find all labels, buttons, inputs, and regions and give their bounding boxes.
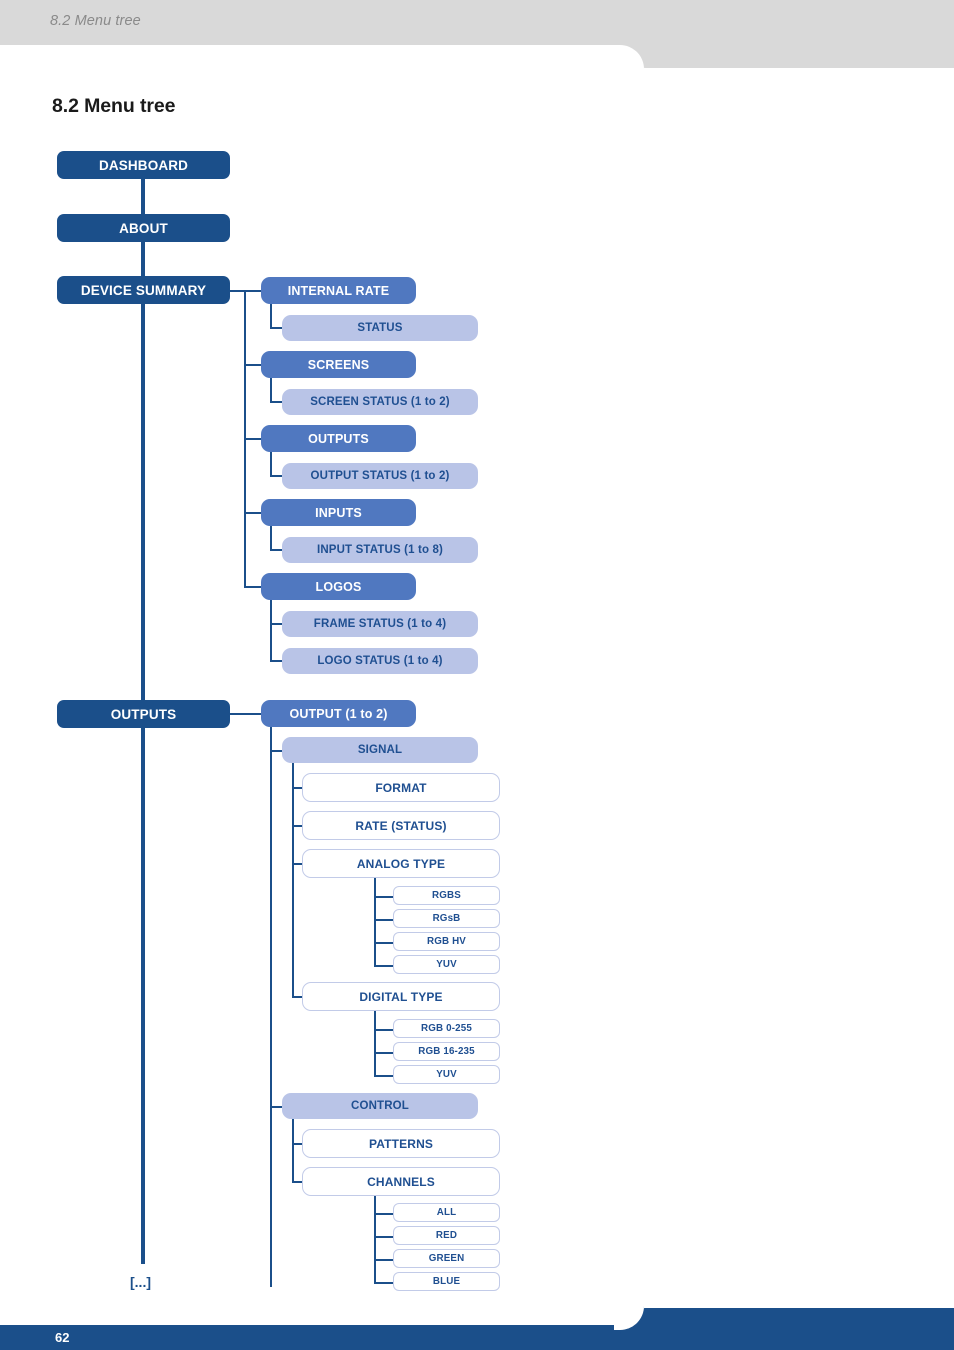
tree-connector xyxy=(374,942,394,944)
tree-connector xyxy=(374,1195,376,1284)
continuation-marker: [...] xyxy=(130,1274,151,1290)
tree-connector xyxy=(270,451,272,476)
tree-node-outputs-ds: OUTPUTS xyxy=(261,425,416,452)
tree-node-all: ALL xyxy=(393,1203,500,1222)
tree-connector xyxy=(270,599,272,661)
tree-connector xyxy=(374,919,394,921)
tree-node-output-status: OUTPUT STATUS (1 to 2) xyxy=(282,463,478,489)
tree-connector xyxy=(230,290,263,292)
tree-node-blue: BLUE xyxy=(393,1272,500,1291)
document-page: 8.2 Menu tree 8.2 Menu tree DASHBOARD ABO… xyxy=(0,0,954,1350)
footer-bar-left xyxy=(0,1325,640,1350)
tree-connector xyxy=(374,1075,394,1077)
tree-connector xyxy=(374,1282,394,1284)
tree-connector xyxy=(374,1011,376,1077)
tree-node-rgb-0-255: RGB 0-255 xyxy=(393,1019,500,1038)
tree-node-yuv-analog: YUV xyxy=(393,955,500,974)
tree-connector xyxy=(374,1052,394,1054)
tree-connector xyxy=(292,1119,294,1182)
tree-node-frame-status: FRAME STATUS (1 to 4) xyxy=(282,611,478,637)
tree-node-rate-status: RATE (STATUS) xyxy=(302,811,500,840)
tree-node-rgb-16-235: RGB 16-235 xyxy=(393,1042,500,1061)
tree-node-status: STATUS xyxy=(282,315,478,341)
tree-connector xyxy=(270,377,272,402)
tree-node-about: ABOUT xyxy=(57,214,230,242)
tree-connector xyxy=(270,727,272,1287)
tree-node-rgb-hv: RGB HV xyxy=(393,932,500,951)
tree-node-output-1-2: OUTPUT (1 to 2) xyxy=(261,700,416,727)
tree-node-screens: SCREENS xyxy=(261,351,416,378)
tree-node-control: CONTROL xyxy=(282,1093,478,1119)
tree-node-logos: LOGOS xyxy=(261,573,416,600)
tree-node-signal: SIGNAL xyxy=(282,737,478,763)
tree-connector xyxy=(230,713,263,715)
tree-node-dashboard: DASHBOARD xyxy=(57,151,230,179)
tree-node-screen-status: SCREEN STATUS (1 to 2) xyxy=(282,389,478,415)
tree-node-channels: CHANNELS xyxy=(302,1167,500,1196)
tree-node-digital-type: DIGITAL TYPE xyxy=(302,982,500,1011)
tree-node-red: RED xyxy=(393,1226,500,1245)
tree-node-internal-rate: INTERNAL RATE xyxy=(261,277,416,304)
tree-node-green: GREEN xyxy=(393,1249,500,1268)
tree-node-input-status: INPUT STATUS (1 to 8) xyxy=(282,537,478,563)
tree-connector xyxy=(270,525,272,550)
tree-node-analog-type: ANALOG TYPE xyxy=(302,849,500,878)
tree-connector xyxy=(374,878,376,967)
tree-connector xyxy=(374,1213,394,1215)
tree-node-inputs: INPUTS xyxy=(261,499,416,526)
tree-connector xyxy=(374,896,394,898)
tree-connector xyxy=(374,1259,394,1261)
tree-node-format: FORMAT xyxy=(302,773,500,802)
tree-node-rgsb: RGsB xyxy=(393,909,500,928)
tree-node-outputs: OUTPUTS xyxy=(57,700,230,728)
footer-bar-right xyxy=(620,1308,954,1350)
tree-connector xyxy=(374,965,394,967)
tree-node-yuv-digital: YUV xyxy=(393,1065,500,1084)
tree-connector xyxy=(374,1029,394,1031)
page-number: 62 xyxy=(55,1330,70,1345)
tree-connector xyxy=(374,1236,394,1238)
tree-connector xyxy=(292,763,294,996)
tree-node-logo-status: LOGO STATUS (1 to 4) xyxy=(282,648,478,674)
tree-node-patterns: PATTERNS xyxy=(302,1129,500,1158)
menu-tree-diagram: DASHBOARD ABOUT DEVICE SUMMARY INTERNAL RAT… xyxy=(0,0,954,1310)
tree-node-rgbs: RGBS xyxy=(393,886,500,905)
footer-corner-notch xyxy=(614,1304,644,1330)
tree-node-device-summary: DEVICE SUMMARY xyxy=(57,276,230,304)
tree-connector xyxy=(270,303,272,328)
